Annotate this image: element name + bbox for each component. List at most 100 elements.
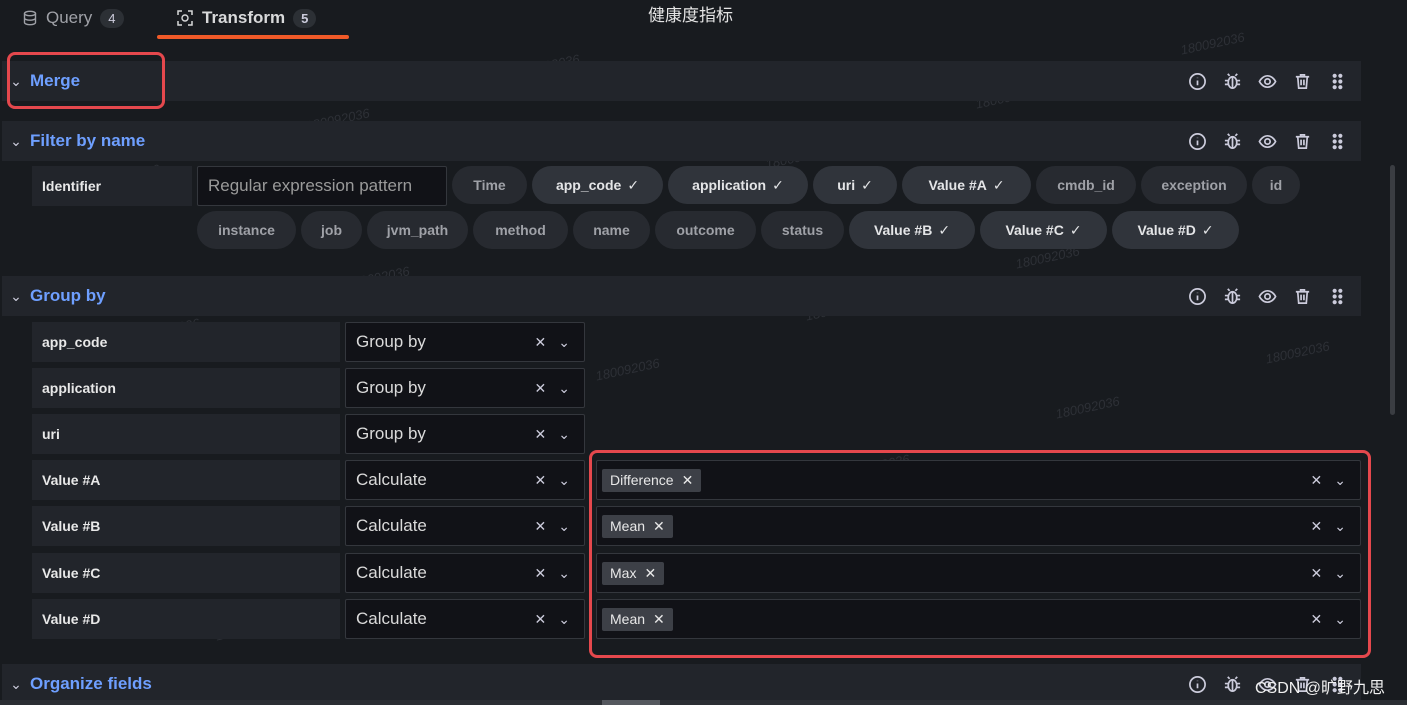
bug-icon[interactable] [1223, 72, 1242, 91]
info-icon[interactable] [1188, 675, 1207, 694]
field-pill[interactable]: cmdb_id [1036, 166, 1136, 204]
scrollbar-thumb[interactable] [1390, 165, 1395, 415]
field-pill[interactable]: Time [452, 166, 527, 204]
field-pill-label: application [692, 177, 767, 193]
chevron-down-icon[interactable]: ⌄ [2, 288, 30, 305]
watermark-text: 180092036 [594, 355, 661, 384]
chevron-down-icon[interactable]: ⌄ [558, 518, 570, 535]
groupby-section-header[interactable]: ⌄ Group by [2, 276, 1361, 316]
drag-handle-icon[interactable] [1328, 287, 1347, 306]
clear-icon[interactable]: ✕ [535, 565, 547, 582]
calculation-highlight-box [589, 450, 1371, 658]
eye-icon[interactable] [1258, 72, 1277, 91]
horizontal-scrollbar-thumb[interactable] [602, 700, 660, 705]
field-pill[interactable]: outcome [655, 211, 756, 249]
drag-handle-icon[interactable] [1328, 132, 1347, 151]
field-pill[interactable]: Value #C ✓ [980, 211, 1107, 249]
groupby-mode-value: Group by [356, 332, 426, 351]
merge-section-header[interactable]: ⌄ Merge [2, 61, 1361, 101]
organize-title: Organize fields [30, 674, 152, 693]
eye-icon[interactable] [1258, 132, 1277, 151]
field-pill[interactable]: status [761, 211, 844, 249]
clear-icon[interactable]: ✕ [535, 611, 547, 628]
field-pill[interactable]: application ✓ [668, 166, 808, 204]
field-pill[interactable]: Value #B ✓ [849, 211, 975, 249]
groupby-mode-select[interactable]: Group by ✕ ⌄ [345, 368, 585, 408]
field-pill[interactable]: app_code ✓ [532, 166, 663, 204]
tab-transform[interactable]: Transform 5 [176, 0, 317, 36]
bug-icon[interactable] [1223, 675, 1242, 694]
field-pill[interactable]: jvm_path [367, 211, 468, 249]
groupby-mode-select[interactable]: Calculate ✕ ⌄ [345, 553, 585, 593]
clear-icon[interactable]: ✕ [535, 334, 547, 351]
field-pill-label: name [593, 222, 630, 238]
regex-pattern-input[interactable]: Regular expression pattern [197, 166, 447, 206]
groupby-field-label: Value #C [32, 553, 340, 593]
chevron-down-icon[interactable]: ⌄ [558, 426, 570, 443]
groupby-mode-select[interactable]: Calculate ✕ ⌄ [345, 506, 585, 546]
check-icon: ✓ [1069, 221, 1082, 238]
field-pill[interactable]: name [573, 211, 650, 249]
tab-query-label: Query [46, 8, 93, 27]
filter-section-header[interactable]: ⌄ Filter by name [2, 121, 1361, 161]
groupby-mode-select[interactable]: Group by ✕ ⌄ [345, 414, 585, 454]
info-icon[interactable] [1188, 287, 1207, 306]
field-pill[interactable]: Value #D ✓ [1112, 211, 1239, 249]
groupby-field-label: Value #A [32, 460, 340, 500]
drag-handle-icon[interactable] [1328, 72, 1347, 91]
clear-icon[interactable]: ✕ [535, 518, 547, 535]
field-pill[interactable]: exception [1141, 166, 1247, 204]
chevron-down-icon[interactable]: ⌄ [558, 565, 570, 582]
field-pill-label: Value #D [1137, 222, 1196, 238]
tab-query-count: 4 [100, 8, 124, 28]
trash-icon[interactable] [1293, 287, 1312, 306]
field-pill-label: instance [218, 222, 275, 238]
check-icon: ✓ [772, 176, 784, 193]
filter-title: Filter by name [30, 131, 146, 150]
clear-icon[interactable]: ✕ [535, 472, 547, 489]
field-pill-label: uri [837, 177, 856, 193]
groupby-field-label: application [32, 368, 340, 408]
field-pill[interactable]: uri ✓ [813, 166, 897, 204]
check-icon: ✓ [627, 176, 640, 193]
trash-icon[interactable] [1293, 132, 1312, 151]
chevron-down-icon[interactable]: ⌄ [558, 611, 570, 628]
bug-icon[interactable] [1223, 132, 1242, 151]
transform-icon [177, 10, 193, 26]
trash-icon[interactable] [1293, 72, 1312, 91]
groupby-mode-select[interactable]: Calculate ✕ ⌄ [345, 460, 585, 500]
eye-icon[interactable] [1258, 287, 1277, 306]
panel-title: 健康度指标 [648, 6, 733, 25]
watermark-text: 180092036 [1264, 338, 1331, 367]
check-icon: ✓ [938, 221, 951, 238]
info-icon[interactable] [1188, 72, 1207, 91]
tab-query[interactable]: Query 4 [22, 0, 124, 36]
chevron-down-icon[interactable]: ⌄ [558, 380, 570, 397]
field-pill[interactable]: instance [197, 211, 296, 249]
bug-icon[interactable] [1223, 287, 1242, 306]
section-actions [1188, 276, 1347, 316]
groupby-mode-select[interactable]: Calculate ✕ ⌄ [345, 599, 585, 639]
clear-icon[interactable]: ✕ [535, 426, 547, 443]
horizontal-scrollbar[interactable] [0, 700, 1407, 705]
chevron-down-icon[interactable]: ⌄ [558, 472, 570, 489]
chevron-down-icon[interactable]: ⌄ [2, 676, 30, 693]
check-icon: ✓ [861, 176, 873, 193]
field-pill[interactable]: Value #A ✓ [902, 166, 1031, 204]
active-tab-indicator [157, 35, 349, 39]
field-pill-label: app_code [555, 177, 622, 193]
chevron-down-icon[interactable]: ⌄ [2, 133, 30, 150]
info-icon[interactable] [1188, 132, 1207, 151]
tab-transform-label: Transform [202, 8, 286, 27]
footer-credit: CSDN @旷野九思 [1255, 680, 1386, 697]
field-pill[interactable]: job [301, 211, 362, 249]
organize-section-header[interactable]: ⌄ Organize fields [2, 664, 1361, 704]
field-pill[interactable]: id [1252, 166, 1300, 204]
chevron-down-icon[interactable]: ⌄ [558, 334, 570, 351]
field-pill[interactable]: method [473, 211, 568, 249]
scrollbar[interactable] [1383, 40, 1407, 705]
groupby-mode-value: Calculate [356, 470, 427, 489]
groupby-mode-select[interactable]: Group by ✕ ⌄ [345, 322, 585, 362]
field-pill-label: outcome [676, 222, 735, 238]
clear-icon[interactable]: ✕ [535, 380, 547, 397]
